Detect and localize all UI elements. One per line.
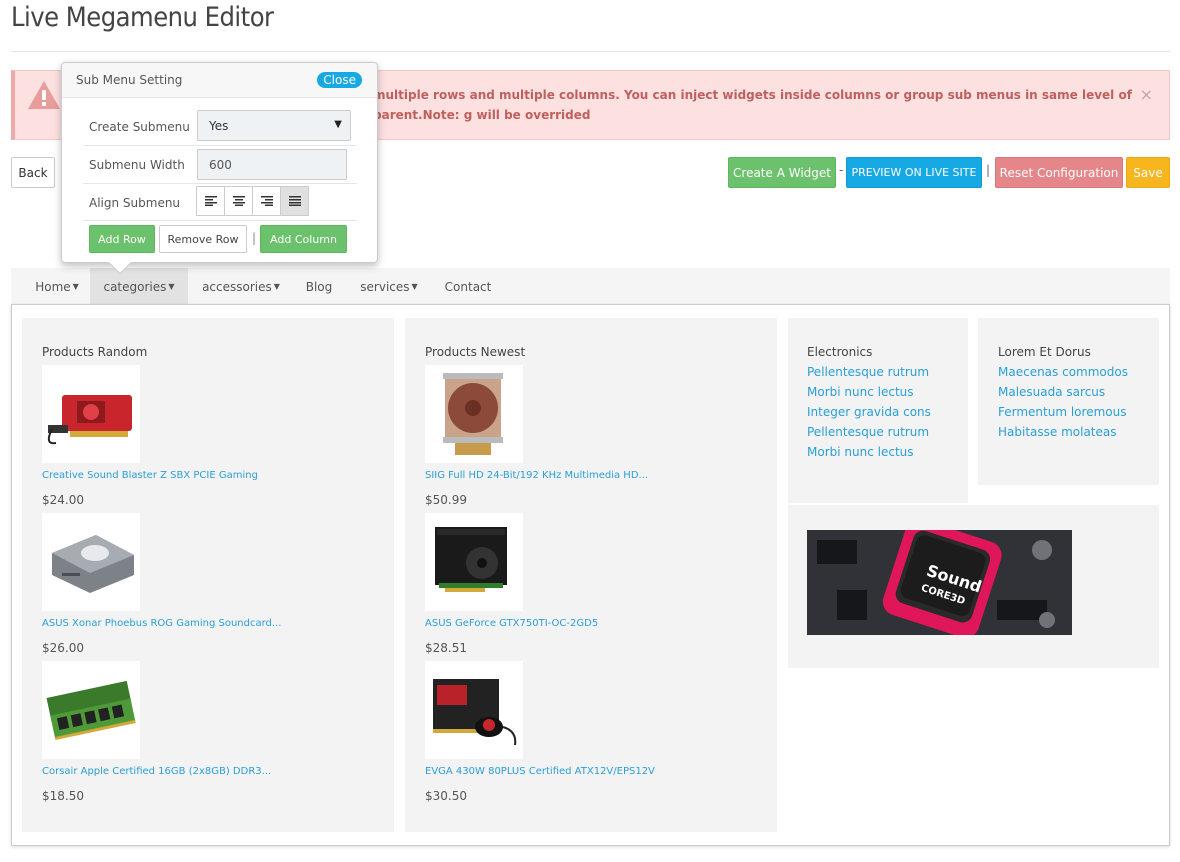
menu-item-categories[interactable]: categories ▼ (90, 268, 188, 305)
product-price: $24.00 (42, 493, 84, 507)
menu-item-label: accessories (202, 279, 272, 294)
product-image[interactable] (42, 513, 140, 611)
toolbar-separator: | (986, 163, 991, 177)
column-heading: Lorem Et Dorus (998, 345, 1091, 359)
product-image[interactable] (42, 661, 140, 759)
product-image[interactable] (425, 513, 523, 611)
caret-down-icon: ▼ (273, 282, 280, 291)
submenu-width-label: Submenu Width (89, 158, 185, 172)
column-heading: Products Random (42, 345, 148, 359)
submenu-link[interactable]: Morbi nunc lectus (807, 385, 914, 399)
menu-item-contact[interactable]: Contact (435, 268, 501, 305)
products-newest-column: Products Newest SIIG Full HD 24-Bit/192 … (405, 318, 777, 832)
submenu-link[interactable]: Pellentesque rutrum (807, 425, 929, 439)
align-button-group (196, 186, 309, 216)
align-left-icon (204, 196, 217, 206)
product-name-link[interactable]: EVGA 430W 80PLUS Certified ATX12V/EPS12V (425, 766, 655, 777)
product-image[interactable] (425, 661, 523, 759)
title-divider (11, 51, 1170, 52)
create-submenu-select[interactable]: Yes ▼ (197, 110, 351, 141)
product-price: $26.00 (42, 641, 84, 655)
column-heading: Electronics (807, 345, 873, 359)
submenu-link[interactable]: Morbi nunc lectus (807, 445, 914, 459)
banner-column: Sound CORE3D (788, 505, 1159, 668)
submenu-link[interactable]: Habitasse molateas (998, 425, 1117, 439)
product-name-link[interactable]: ASUS Xonar Phoebus ROG Gaming Soundcard.… (42, 618, 281, 629)
menu-item-label: Blog (305, 279, 333, 294)
warning-icon (27, 79, 61, 114)
align-justify-button[interactable] (280, 186, 309, 216)
popup-header: Sub Menu Setting Close (62, 63, 377, 98)
product-name-link[interactable]: Creative Sound Blaster Z SBX PCIE Gaming (42, 470, 258, 481)
menu-item-label: services (360, 279, 410, 294)
align-left-button[interactable] (196, 186, 225, 216)
align-center-icon (232, 196, 245, 206)
save-button[interactable]: Save (1126, 157, 1170, 188)
align-justify-icon (288, 196, 301, 206)
back-button[interactable]: Back (11, 157, 55, 188)
product-price: $18.50 (42, 789, 84, 803)
menu-item-label: Home (35, 279, 71, 294)
alert-message: multiple rows and multiple columns. You … (373, 88, 1132, 122)
align-submenu-label: Align Submenu (89, 196, 181, 210)
preview-live-site-button[interactable]: PREVIEW ON LIVE SITE (846, 157, 982, 188)
product-price: $50.99 (425, 493, 467, 507)
product-name-link[interactable]: ASUS GeForce GTX750TI-OC-2GD5 (425, 618, 598, 629)
reset-configuration-button[interactable]: Reset Configuration (995, 157, 1123, 188)
menu-item-services[interactable]: services ▼ (351, 268, 427, 305)
submenu-link[interactable]: Malesuada sarcus (998, 385, 1105, 399)
product-name-link[interactable]: Corsair Apple Certified 16GB (2x8GB) DDR… (42, 766, 271, 777)
caret-down-icon: ▼ (72, 282, 79, 291)
submenu-setting-popup: Sub Menu Setting Close Create Submenu Ye… (61, 62, 378, 275)
products-random-column: Products Random Creative Sound Blaster Z… (22, 318, 394, 832)
caret-down-icon: ▼ (334, 119, 342, 130)
menu-item-home[interactable]: Home ▼ (21, 268, 93, 305)
menu-item-label: Contact (444, 279, 492, 294)
add-column-button[interactable]: Add Column (260, 225, 347, 253)
menu-item-label: categories (103, 279, 167, 294)
submenu-link[interactable]: Maecenas commodos (998, 365, 1128, 379)
popup-title: Sub Menu Setting (76, 73, 183, 87)
remove-row-button[interactable]: Remove Row (159, 225, 247, 253)
megamenu-bar: Home ▼ categories ▼ accessories ▼ Blog serv… (11, 268, 1170, 305)
product-name-link[interactable]: SIIG Full HD 24-Bit/192 KHz Multimedia H… (425, 470, 648, 481)
alert-close-icon[interactable]: × (1140, 85, 1153, 104)
product-image[interactable] (42, 365, 140, 463)
align-right-button[interactable] (252, 186, 281, 216)
megamenu-dropdown: Products Random Creative Sound Blaster Z… (11, 304, 1170, 846)
electronics-column: Electronics Pellentesque rutrum Morbi nu… (788, 318, 968, 503)
banner-image[interactable]: Sound CORE3D (807, 530, 1072, 635)
toolbar-separator: - (839, 163, 844, 177)
lorem-column: Lorem Et Dorus Maecenas commodos Malesua… (978, 318, 1159, 485)
popup-close-button[interactable]: Close (317, 72, 362, 88)
menu-item-accessories[interactable]: accessories ▼ (193, 268, 289, 305)
caret-down-icon: ▼ (411, 282, 418, 291)
submenu-link[interactable]: Pellentesque rutrum (807, 365, 929, 379)
create-submenu-value: Yes (209, 119, 229, 133)
page-title: Live Megamenu Editor (11, 2, 274, 33)
popup-button-separator: | (252, 231, 257, 245)
add-row-button[interactable]: Add Row (89, 225, 155, 253)
product-price: $28.51 (425, 641, 467, 655)
create-widget-button[interactable]: Create A Widget (728, 157, 836, 188)
menu-item-blog[interactable]: Blog (293, 268, 345, 305)
submenu-link[interactable]: Fermentum loremous (998, 405, 1126, 419)
align-center-button[interactable] (224, 186, 253, 216)
align-right-icon (260, 196, 273, 206)
create-submenu-label: Create Submenu (89, 120, 190, 134)
product-price: $30.50 (425, 789, 467, 803)
caret-down-icon: ▼ (168, 282, 175, 291)
submenu-link[interactable]: Integer gravida cons (807, 405, 931, 419)
column-heading: Products Newest (425, 345, 526, 359)
product-image[interactable] (425, 365, 523, 463)
submenu-width-input[interactable]: 600 (197, 149, 347, 180)
